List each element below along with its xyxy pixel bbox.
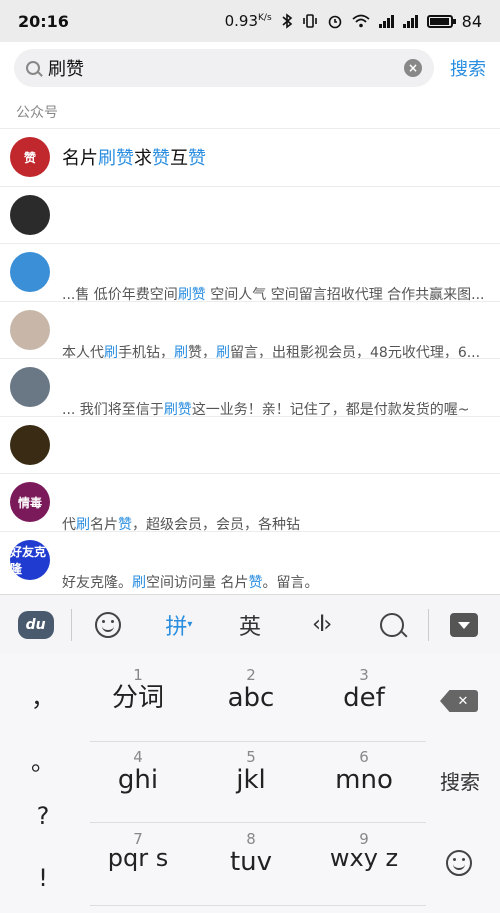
status-icons: 0.93K/s 84 <box>225 12 482 31</box>
result-item[interactable]: 本人代刷手机钻，刷赞，刷留言，出租影视会员，48元收代理，6... <box>0 300 500 361</box>
key-5[interactable]: 5 jkl <box>195 738 307 818</box>
key-label: 分词 <box>111 683 164 713</box>
plain-text: 互 <box>170 148 188 170</box>
key-7[interactable]: 7 pqr s <box>82 820 194 900</box>
plain-text: 空间访问量 名片 <box>146 574 249 591</box>
hide-keyboard-icon <box>450 612 479 637</box>
key-1[interactable]: 1 分词 <box>82 656 194 736</box>
avatar-purple-text-icon: 情毒 <box>10 482 50 523</box>
highlight-text: 赞 <box>248 574 263 591</box>
key-label: abc <box>227 683 275 713</box>
result-item[interactable]: 好友克隆 好友克隆。刷空间访问量 名片赞。留言。 <box>0 530 500 592</box>
network-speed: 0.93K/s <box>224 12 272 30</box>
result-item[interactable]: ... 我们将至信于刷赞这一业务！亲！记住了，都是付款发货的喔~ <box>0 358 500 418</box>
avatar-blue-text-icon: 好友克隆 <box>10 539 50 580</box>
key-6[interactable]: 6 mno <box>308 738 420 818</box>
key-2[interactable]: 2 abc <box>195 656 307 736</box>
avatar-floral-icon <box>10 309 50 350</box>
result-title: 名片刷赞求赞互赞 <box>62 144 490 170</box>
avatar-dark-portrait-icon <box>10 194 50 235</box>
result-description: 好友克隆。刷空间访问量 名片赞。留言。 <box>62 572 490 592</box>
key-9[interactable]: 9 wxy z <box>308 820 420 900</box>
punct-key[interactable]: ! <box>0 864 86 892</box>
status-bar: 20:16 0.93K/s 84 <box>0 0 500 42</box>
battery-icon <box>426 14 456 28</box>
key-label: ghi <box>117 765 159 795</box>
pinyin-mode-button[interactable]: 拼 ▾ <box>143 609 214 641</box>
key-number: 4 <box>133 748 143 766</box>
result-item[interactable]: 情毒 代刷名片赞，超级会员，会员，各种钻 <box>0 473 500 533</box>
search-icon <box>380 612 405 637</box>
cursor-button[interactable]: ‹I› <box>286 612 357 637</box>
key-label: def <box>343 683 385 713</box>
keyboard-toolbar: du 拼 ▾ 英 ‹I› <box>0 594 500 654</box>
emoji-key[interactable] <box>446 850 472 876</box>
key-label: wxy z <box>329 844 399 872</box>
backspace-key[interactable]: ✕ <box>440 690 478 712</box>
search-button[interactable]: 搜索 <box>450 55 486 81</box>
wifi-icon <box>352 14 370 28</box>
punct-key[interactable]: 。 <box>0 742 86 777</box>
key-label: mno <box>335 765 393 795</box>
keyboard: ，。?! ✕ 搜索 1 分词 2 abc 3 def 4 ghi 5 jkl 6 mno 7 pqr s8… <box>0 654 500 913</box>
key-8[interactable]: 8 tuv <box>195 820 307 900</box>
emoji-button[interactable] <box>72 611 143 638</box>
search-input[interactable]: 刷赞 × <box>14 49 434 87</box>
plain-text: 求 <box>134 148 152 170</box>
clear-icon[interactable]: × <box>404 59 422 77</box>
vibrate-icon <box>302 13 318 29</box>
highlight-text: 赞 <box>188 148 206 170</box>
punctuation-column: ， 。?! <box>0 654 86 913</box>
punct-key[interactable]: ， <box>0 678 86 713</box>
result-item[interactable]: ...售 低价年费空间刷赞 空间人气 空间留言招收代理 合作共赢来图... <box>0 243 500 303</box>
key-3[interactable]: 3 def <box>308 656 420 736</box>
key-number: 5 <box>246 748 256 766</box>
keyboard-logo-button[interactable]: du <box>0 610 71 639</box>
signal-icon <box>378 14 394 28</box>
hide-keyboard-button[interactable] <box>429 612 500 637</box>
bluetooth-icon <box>281 13 293 29</box>
right-column: ✕ 搜索 <box>420 654 500 913</box>
key-number: 2 <box>246 666 256 684</box>
search-query[interactable]: 刷赞 <box>48 55 404 81</box>
key-label: tuv <box>229 847 273 877</box>
status-time: 20:16 <box>18 11 69 31</box>
result-item[interactable]: 赞名片刷赞求赞互赞 <box>0 128 500 186</box>
result-list: 赞名片刷赞求赞互赞 ...售 低价年费空间刷赞 空间人气 空间留言招收代理 合作共… <box>0 128 500 592</box>
search-tool-button[interactable] <box>357 612 428 637</box>
key-label: jkl <box>236 765 266 795</box>
section-label: 公众号 <box>16 105 58 121</box>
search-key[interactable]: 搜索 <box>420 766 500 795</box>
cursor-icon: ‹I› <box>312 612 332 637</box>
key-number: 1 <box>133 666 143 684</box>
key-divider <box>90 905 426 906</box>
search-header: 刷赞 × 搜索 <box>0 42 500 94</box>
highlight-text: 赞 <box>152 148 170 170</box>
smile-icon <box>94 611 121 638</box>
result-item[interactable] <box>0 185 500 244</box>
avatar-girl-icon <box>10 367 50 408</box>
plain-text: 。留言。 <box>262 574 319 591</box>
punct-key[interactable]: ? <box>0 802 86 830</box>
avatar-gold-badge-icon <box>10 424 50 465</box>
highlight-text: 刷 <box>132 574 146 591</box>
key-4[interactable]: 4 ghi <box>82 738 194 818</box>
key-label: pqr s <box>107 844 169 872</box>
battery-level: 84 <box>461 11 482 31</box>
english-mode-button[interactable]: 英 <box>214 609 285 641</box>
dropdown-icon: ▾ <box>187 619 193 630</box>
signal-icon-2 <box>402 14 418 28</box>
plain-text: 好友克隆。 <box>62 574 132 591</box>
key-number: 3 <box>359 666 369 684</box>
result-item[interactable] <box>0 415 500 474</box>
key-number: 6 <box>359 748 369 766</box>
key-number: 8 <box>246 830 256 848</box>
search-icon <box>26 61 40 75</box>
alarm-icon <box>327 13 343 29</box>
avatar-red-like-icon: 赞 <box>10 137 50 178</box>
du-logo-icon: du <box>17 610 54 639</box>
highlight-text: 刷赞 <box>98 148 134 170</box>
plain-text: 名片 <box>62 148 98 170</box>
avatar-blue-design-icon <box>10 252 50 293</box>
